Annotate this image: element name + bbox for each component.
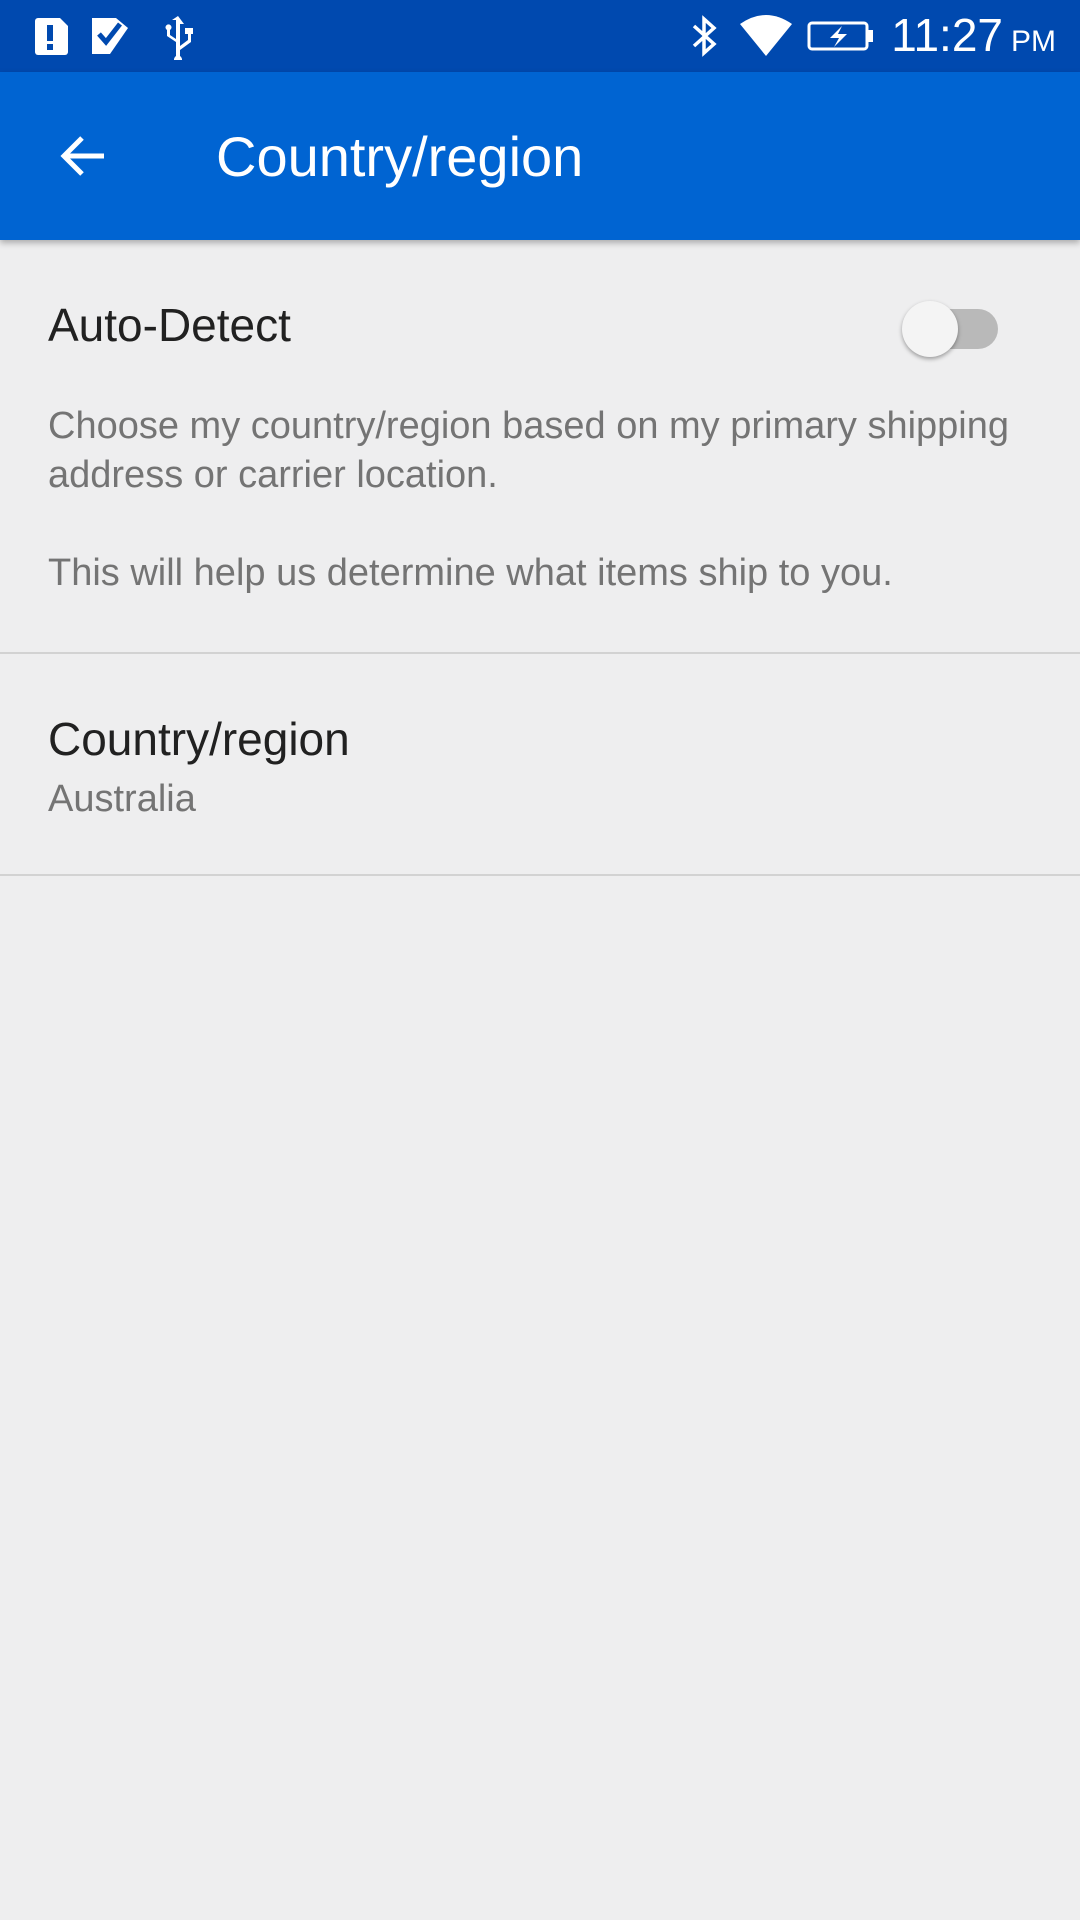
usb-icon bbox=[154, 12, 202, 60]
toggle-thumb bbox=[902, 301, 958, 357]
description-line-1: Choose my country/region based on my pri… bbox=[48, 405, 1010, 496]
back-arrow-icon bbox=[60, 136, 104, 176]
clock-ampm: PM bbox=[1011, 25, 1056, 58]
settings-content: Auto-Detect Choose my country/region bas… bbox=[0, 240, 1080, 876]
description-line-2: This will help us determine what items s… bbox=[48, 552, 893, 594]
wifi-icon bbox=[738, 12, 794, 60]
status-bar: 11:27 PM bbox=[0, 0, 1080, 72]
country-region-value: Australia bbox=[48, 778, 196, 820]
divider bbox=[0, 874, 1080, 876]
status-clock: 11:27 PM bbox=[891, 8, 1056, 64]
bluetooth-icon bbox=[680, 12, 728, 60]
auto-detect-label: Auto-Detect bbox=[48, 299, 291, 351]
clock-time: 11:27 bbox=[891, 9, 1003, 61]
app-bar: Country/region bbox=[0, 72, 1080, 240]
auto-detect-description: Choose my country/region based on my pri… bbox=[0, 402, 1080, 598]
battery-charging-icon bbox=[806, 12, 876, 60]
back-button[interactable] bbox=[36, 108, 132, 204]
auto-detect-toggle[interactable] bbox=[900, 299, 1004, 359]
country-region-row[interactable]: Country/region Australia bbox=[0, 654, 1080, 874]
alert-icon bbox=[26, 12, 74, 60]
task-check-icon bbox=[86, 12, 134, 60]
page-title: Country/region bbox=[216, 124, 584, 188]
auto-detect-row[interactable]: Auto-Detect bbox=[0, 240, 1080, 402]
country-region-title: Country/region bbox=[48, 713, 350, 765]
